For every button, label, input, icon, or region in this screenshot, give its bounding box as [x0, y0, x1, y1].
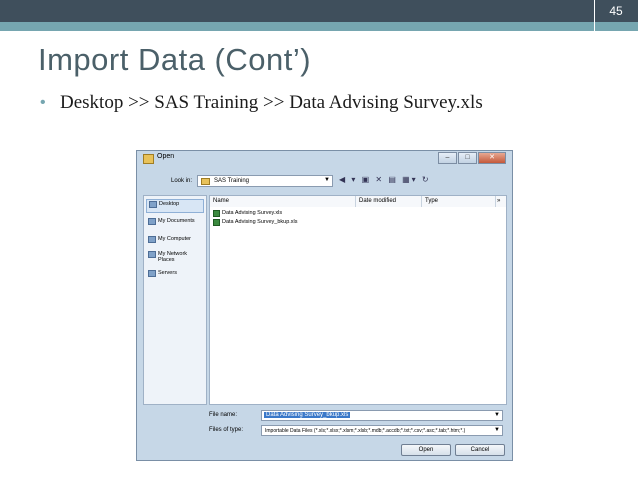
look-in-label: Look in:	[171, 178, 193, 184]
excel-file-icon	[213, 210, 220, 217]
look-in-dropdown[interactable]: SAS Training ▼	[197, 175, 333, 187]
chevron-down-icon[interactable]: ▼	[494, 412, 500, 418]
page-number-divider	[594, 22, 638, 31]
place-label: Desktop	[159, 201, 180, 207]
file-name-label: File name:	[209, 412, 238, 418]
place-label: My Computer	[158, 236, 192, 242]
column-header-type[interactable]: Type	[422, 196, 496, 207]
cancel-button[interactable]: Cancel	[455, 444, 505, 456]
documents-icon	[148, 218, 156, 225]
place-desktop[interactable]: Desktop	[146, 199, 204, 213]
chevron-down-icon: ▼	[494, 427, 500, 433]
file-list[interactable]: Name Date modified Type » Data Advising …	[209, 195, 507, 405]
place-my-network-places[interactable]: My Network Places	[146, 250, 204, 264]
file-name-value: Data Advising Survey_bkup.xls	[264, 412, 351, 418]
page-number: 45	[609, 4, 623, 18]
bullet-dot-icon: •	[40, 94, 46, 111]
look-in-value: SAS Training	[214, 178, 250, 184]
excel-file-icon	[213, 219, 220, 226]
file-name: Data Advising Survey.xls	[222, 210, 283, 216]
file-name: Data Advising Survey_bkup.xls	[222, 219, 298, 225]
column-header-date-modified[interactable]: Date modified	[356, 196, 422, 207]
more-columns-icon[interactable]: »	[496, 196, 506, 207]
open-button[interactable]: Open	[401, 444, 451, 456]
place-label: My Network Places	[158, 251, 188, 263]
server-icon	[148, 270, 156, 277]
desktop-icon	[149, 201, 157, 208]
header-band	[0, 0, 638, 22]
accent-band	[0, 22, 638, 31]
minimize-button[interactable]: –	[438, 152, 457, 164]
maximize-button[interactable]: □	[458, 152, 477, 164]
places-bar: Desktop My Documents My Computer My Netw…	[143, 195, 207, 405]
files-of-type-label: Files of type:	[209, 427, 244, 433]
open-dialog: Open – □ ✕ Look in: SAS Training ▼ ◀ ▾ ▣…	[136, 150, 513, 461]
place-label: My Documents	[158, 218, 195, 224]
chevron-down-icon: ▼	[324, 177, 330, 183]
files-of-type-dropdown[interactable]: Importable Data Files (*.xls;*.xlsx;*.xl…	[261, 425, 503, 436]
folder-icon	[143, 154, 154, 164]
folder-icon	[201, 178, 210, 185]
bullet-text: Desktop >> SAS Training >> Data Advising…	[60, 92, 483, 113]
column-header-name[interactable]: Name	[210, 196, 356, 207]
network-icon	[148, 251, 156, 258]
window-controls: – □ ✕	[437, 152, 506, 166]
dialog-titlebar[interactable]: Open – □ ✕	[137, 151, 512, 169]
file-name-input[interactable]: Data Advising Survey_bkup.xls ▼	[261, 410, 503, 421]
place-label: Servers	[158, 270, 177, 276]
slide-title: Import Data (Cont’)	[38, 42, 312, 77]
computer-icon	[148, 236, 156, 243]
close-button[interactable]: ✕	[478, 152, 506, 164]
dialog-title: Open	[157, 153, 175, 160]
dialog-toolbar[interactable]: ◀ ▾ ▣ ✕ ▤ ▦▾ ↻	[339, 175, 431, 187]
files-of-type-value: Importable Data Files (*.xls;*.xlsx;*.xl…	[265, 428, 466, 434]
